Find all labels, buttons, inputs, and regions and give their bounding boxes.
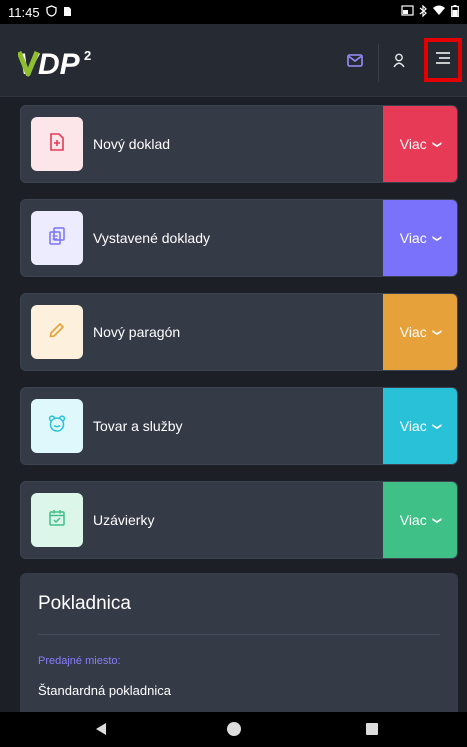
- card-new-invoice[interactable]: Nový doklad Viac ❯: [20, 105, 458, 183]
- more-label: Viac: [399, 136, 427, 152]
- more-label: Viac: [399, 324, 427, 340]
- app-header: VDP 2: [0, 24, 467, 97]
- pencil-icon: [49, 322, 65, 343]
- user-icon: [393, 53, 405, 73]
- recent-apps-button[interactable]: [366, 723, 378, 735]
- chevron-down-icon: ❯: [431, 140, 442, 148]
- logo-superscript: 2: [84, 48, 91, 63]
- status-left: 11:45: [8, 5, 72, 20]
- vpn-shield-icon: [45, 4, 57, 20]
- calendar-check-icon: [49, 509, 65, 531]
- sim-card-icon: [63, 5, 72, 20]
- more-button[interactable]: Viac ❯: [383, 200, 457, 276]
- card-icon-box: [31, 305, 83, 359]
- back-button[interactable]: [96, 723, 106, 735]
- sales-point-value: Štandardná pokladnica: [38, 683, 171, 698]
- bluetooth-icon: [419, 4, 427, 20]
- card-new-receipt[interactable]: Nový paragón Viac ❯: [20, 293, 458, 371]
- card-label: Nový paragón: [93, 324, 181, 340]
- envelope-icon: [347, 54, 363, 72]
- more-button[interactable]: Viac ❯: [383, 106, 457, 182]
- card-issued-invoices[interactable]: Vystavené doklady Viac ❯: [20, 199, 458, 277]
- sales-point-label: Predajné miesto:: [38, 655, 121, 667]
- card-icon-box: [31, 399, 83, 453]
- chevron-down-icon: ❯: [431, 234, 442, 242]
- user-profile-button[interactable]: [386, 52, 412, 74]
- copy-documents-icon: [49, 226, 65, 250]
- cast-icon: [401, 5, 414, 19]
- card-label: Uzávierky: [93, 512, 155, 528]
- chevron-down-icon: ❯: [431, 422, 442, 430]
- card-goods-services[interactable]: Tovar a služby Viac ❯: [20, 387, 458, 465]
- status-right: [401, 4, 459, 20]
- card-icon-box: [31, 117, 83, 171]
- card-label: Vystavené doklady: [93, 230, 210, 246]
- battery-icon: [451, 4, 459, 20]
- more-label: Viac: [399, 512, 427, 528]
- home-button[interactable]: [227, 722, 241, 736]
- more-label: Viac: [399, 418, 427, 434]
- hamburger-menu-icon: [435, 51, 451, 70]
- cash-register-panel: Pokladnica Predajné miesto: Štandardná p…: [20, 573, 458, 723]
- more-label: Viac: [399, 230, 427, 246]
- messages-button[interactable]: [342, 52, 368, 74]
- more-button[interactable]: Viac ❯: [383, 294, 457, 370]
- panel-title: Pokladnica: [38, 593, 131, 614]
- chevron-down-icon: ❯: [431, 516, 442, 524]
- wifi-icon: [432, 5, 446, 19]
- card-label: Tovar a služby: [93, 418, 183, 434]
- header-divider: [378, 44, 379, 82]
- bear-face-icon: [48, 415, 66, 437]
- card-closures[interactable]: Uzávierky Viac ❯: [20, 481, 458, 559]
- vdp-logo[interactable]: VDP 2: [16, 44, 128, 84]
- file-plus-icon: [49, 132, 65, 156]
- more-button[interactable]: Viac ❯: [383, 482, 457, 558]
- card-label: Nový doklad: [93, 136, 171, 152]
- status-time: 11:45: [8, 4, 40, 20]
- more-button[interactable]: Viac ❯: [383, 388, 457, 464]
- system-navigation-bar: [0, 712, 467, 747]
- card-icon-box: [31, 493, 83, 547]
- panel-divider: [38, 634, 440, 635]
- status-bar: 11:45: [0, 0, 467, 24]
- chevron-down-icon: ❯: [431, 328, 442, 336]
- hamburger-menu-button[interactable]: [424, 38, 462, 82]
- card-icon-box: [31, 211, 83, 265]
